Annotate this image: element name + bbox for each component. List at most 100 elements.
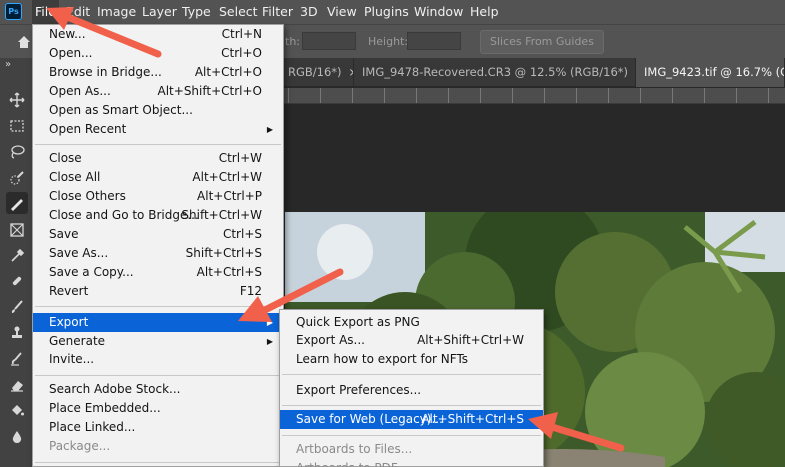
menu-item-revert[interactable]: Revert F12 (33, 282, 283, 301)
menu-item-label: Export Preferences... (296, 383, 422, 397)
menu-help[interactable]: Help (467, 0, 502, 24)
menu-item-shortcut: F12 (239, 284, 262, 298)
blur-drop-icon (12, 431, 22, 443)
submenu-arrow-icon: ▶ (266, 125, 273, 134)
menu-item-export-as[interactable]: Export As... Alt+Shift+Ctrl+W (280, 331, 543, 350)
menu-type[interactable]: Type (179, 0, 214, 24)
height-input[interactable] (407, 32, 461, 50)
quick-selection-icon (10, 171, 24, 185)
menu-item-shortcut: Alt+Ctrl+P (197, 189, 262, 203)
menu-3d[interactable]: 3D (297, 0, 321, 24)
menu-item-place-embedded[interactable]: Place Embedded... (33, 399, 283, 418)
submenu-arrow-icon: ▶ (266, 337, 273, 346)
move-tool[interactable] (6, 89, 28, 111)
menu-item-export[interactable]: Export ▶ (33, 313, 283, 332)
menu-item-label: Close Others (49, 189, 126, 203)
frame-tool[interactable] (6, 219, 28, 241)
menu-edit[interactable]: Edit (63, 0, 93, 24)
home-icon[interactable] (16, 34, 32, 50)
tab-document-3[interactable]: IMG_9423.tif @ 16.7% (Clic (636, 58, 785, 87)
menu-item-save-for-web-legacy[interactable]: Save for Web (Legacy)... Alt+Shift+Ctrl+S (280, 410, 543, 429)
menu-item-label: Generate (49, 334, 106, 348)
menu-plugins[interactable]: Plugins (361, 0, 412, 24)
menu-item-label: Package... (49, 439, 111, 453)
menu-file[interactable]: File (32, 0, 59, 24)
blur-tool[interactable] (6, 426, 28, 448)
menu-item-close-and-go-to-bridge[interactable]: Close and Go to Bridge... Shift+Ctrl+W (33, 206, 283, 225)
brush-icon (11, 300, 23, 313)
quick-selection-tool[interactable] (6, 167, 28, 189)
menu-item-shortcut: Ctrl+S (222, 227, 262, 241)
file-menu: New... Ctrl+N Open... Ctrl+O Browse in Bri… (32, 24, 284, 467)
menu-item-open-recent[interactable]: Open Recent ▶ (33, 120, 283, 139)
menu-item-close[interactable]: Close Ctrl+W (33, 149, 283, 168)
tab-label: IMG_9423.tif @ 16.7% (Clic (644, 65, 784, 79)
menu-item-export-preferences[interactable]: Export Preferences... (280, 381, 543, 400)
lasso-icon (11, 145, 25, 159)
menu-item-label: Close and Go to Bridge... (49, 208, 199, 222)
menu-layer[interactable]: Layer (139, 0, 180, 24)
menu-item-quick-export-as-png[interactable]: Quick Export as PNG (280, 313, 543, 332)
healing-brush-icon (12, 276, 22, 286)
tab-label: IMG_9478-Recovered.CR3 @ 12.5% (RGB/16*) (362, 65, 629, 79)
paint-bucket-icon (12, 405, 24, 416)
menu-separator (35, 144, 281, 145)
menu-item-label: New... (49, 27, 86, 41)
menu-item-label: Export As... (296, 333, 365, 347)
menu-item-close-others[interactable]: Close Others Alt+Ctrl+P (33, 187, 283, 206)
menu-item-open-as[interactable]: Open As... Alt+Shift+Ctrl+O (33, 82, 283, 101)
menu-item-shortcut: Shift+Ctrl+S (185, 246, 262, 260)
menu-image[interactable]: Image (94, 0, 139, 24)
menu-item-place-linked[interactable]: Place Linked... (33, 418, 283, 437)
menu-view[interactable]: View (324, 0, 360, 24)
menu-separator (282, 374, 541, 375)
menu-item-label: Place Linked... (49, 420, 136, 434)
menu-separator (35, 375, 281, 376)
eraser-icon (11, 381, 23, 392)
menu-item-shortcut: Ctrl+W (218, 151, 262, 165)
menu-item-invite[interactable]: Invite... (33, 350, 283, 369)
export-submenu: Quick Export as PNG Export As... Alt+Shif… (279, 309, 544, 467)
lasso-tool[interactable] (6, 141, 28, 163)
paint-bucket-tool[interactable] (6, 400, 28, 422)
menu-select[interactable]: Select (216, 0, 261, 24)
width-input[interactable] (302, 32, 356, 50)
menu-item-shortcut: Alt+Shift+Ctrl+W (417, 333, 524, 347)
collapse-panel-icon[interactable]: » (5, 59, 11, 70)
slice-tool[interactable] (6, 192, 28, 214)
tab-document-1[interactable]: RGB/16*)× (280, 58, 354, 87)
marquee-tool[interactable] (6, 115, 28, 137)
menu-item-search-adobe-stock[interactable]: Search Adobe Stock... (33, 380, 283, 399)
menu-filter[interactable]: Filter (259, 0, 296, 24)
eyedropper-tool[interactable] (6, 245, 28, 267)
menu-item-save[interactable]: Save Ctrl+S (33, 225, 283, 244)
menu-item-shortcut: Alt+Ctrl+W (192, 170, 262, 184)
menu-window[interactable]: Window (411, 0, 466, 24)
menu-item-open-as-smart-object[interactable]: Open as Smart Object... (33, 101, 283, 120)
menu-item-label: Learn how to export for NFTs (296, 352, 469, 366)
brush-tool[interactable] (6, 296, 28, 318)
history-brush-tool[interactable] (6, 348, 28, 370)
menu-item-save-as[interactable]: Save As... Shift+Ctrl+S (33, 244, 283, 263)
history-brush-icon (11, 352, 22, 366)
menu-item-label: Quick Export as PNG (296, 315, 420, 329)
clone-stamp-tool[interactable] (6, 322, 28, 344)
tab-document-2[interactable]: IMG_9478-Recovered.CR3 @ 12.5% (RGB/16*)… (354, 58, 636, 87)
menu-item-open[interactable]: Open... Ctrl+O (33, 44, 283, 63)
menu-item-new[interactable]: New... Ctrl+N (33, 25, 283, 44)
menu-item-label: Save As... (49, 246, 109, 260)
menu-item-close-all[interactable]: Close All Alt+Ctrl+W (33, 168, 283, 187)
healing-brush-tool[interactable] (6, 270, 28, 292)
menu-item-generate[interactable]: Generate ▶ (33, 332, 283, 351)
menu-item-learn-export-nfts[interactable]: Learn how to export for NFTs (280, 350, 543, 369)
menu-item-save-a-copy[interactable]: Save a Copy... Alt+Ctrl+S (33, 263, 283, 282)
menu-item-browse-in-bridge[interactable]: Browse in Bridge... Alt+Ctrl+O (33, 63, 283, 82)
menu-item-label: Close (49, 151, 82, 165)
menu-item-label: Close All (49, 170, 101, 184)
slices-from-guides-button[interactable]: Slices From Guides (480, 30, 604, 54)
move-icon (9, 92, 25, 108)
menu-item-label: Save (49, 227, 79, 241)
eraser-tool[interactable] (6, 374, 28, 396)
menu-item-label: Open... (49, 46, 93, 60)
menu-item-label: Revert (49, 284, 89, 298)
